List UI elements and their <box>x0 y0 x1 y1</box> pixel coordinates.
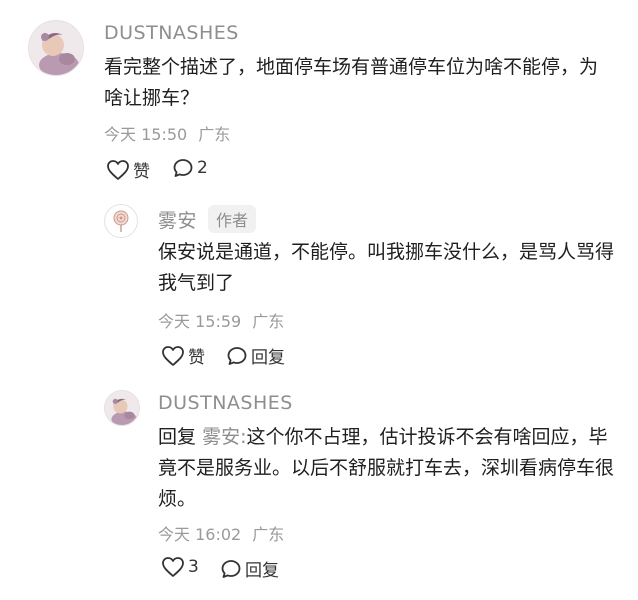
like-count: 3 <box>188 557 199 577</box>
like-button[interactable]: 赞 <box>161 343 205 368</box>
comment-text: 保安说是通道，不能停。叫我挪车没什么，是骂人骂得我气到了 <box>158 241 615 294</box>
comment-text: 回复 雾安:这个你不占理，估计投诉不会有啥回应，毕竟不是服务业。以后不舒服就打车… <box>158 422 618 515</box>
comment-time: 今天 15:50 <box>104 125 188 144</box>
reply-button[interactable]: 回复 <box>220 556 279 581</box>
comment-meta: 今天 16:02 广东 <box>158 521 284 545</box>
comment-username[interactable]: DUSTNASHES <box>158 392 293 414</box>
avatar-dustnashes[interactable] <box>28 20 84 76</box>
comment-meta: 今天 15:59 广东 <box>158 308 284 332</box>
baby-photo-avatar <box>105 391 139 425</box>
like-button[interactable]: 3 <box>161 556 199 578</box>
heart-outline-icon <box>162 557 184 577</box>
speech-bubble-icon <box>221 559 241 578</box>
mention-link[interactable]: 雾安: <box>202 426 246 448</box>
comment-username[interactable]: 雾安 <box>158 206 197 233</box>
reply-label: 回复 <box>245 561 279 581</box>
avatar-dustnashes[interactable] <box>104 390 140 426</box>
reply-count-button[interactable]: 2 <box>172 157 208 179</box>
heart-outline-icon <box>162 345 184 366</box>
comment-time: 今天 16:02 <box>158 525 242 544</box>
reply-prefix: 回复 <box>158 426 197 448</box>
reply-count: 2 <box>197 158 208 178</box>
like-label: 赞 <box>188 348 205 368</box>
comment-text: 看完整个描述了，地面停车场有普通停车位为啥不能停，为啥让挪车？ <box>104 56 599 109</box>
reply-button[interactable]: 回复 <box>226 343 285 368</box>
comment-username[interactable]: DUSTNASHES <box>104 22 239 44</box>
avatar-wuan[interactable] <box>104 204 138 238</box>
comment-time: 今天 15:59 <box>158 312 242 331</box>
heart-outline-icon <box>107 159 129 180</box>
like-button[interactable]: 赞 <box>106 157 150 182</box>
comment-location: 广东 <box>198 125 231 144</box>
baby-photo-avatar <box>29 21 83 75</box>
lollipop-avatar-icon <box>113 210 129 232</box>
speech-bubble-icon <box>227 346 247 365</box>
author-badge: 作者 <box>208 205 257 233</box>
comment-location: 广东 <box>252 312 285 331</box>
comment-meta: 今天 15:50 广东 <box>104 121 230 145</box>
reply-label: 回复 <box>251 348 285 368</box>
comment-location: 广东 <box>252 525 285 544</box>
speech-bubble-icon <box>173 159 193 177</box>
like-label: 赞 <box>133 162 150 182</box>
